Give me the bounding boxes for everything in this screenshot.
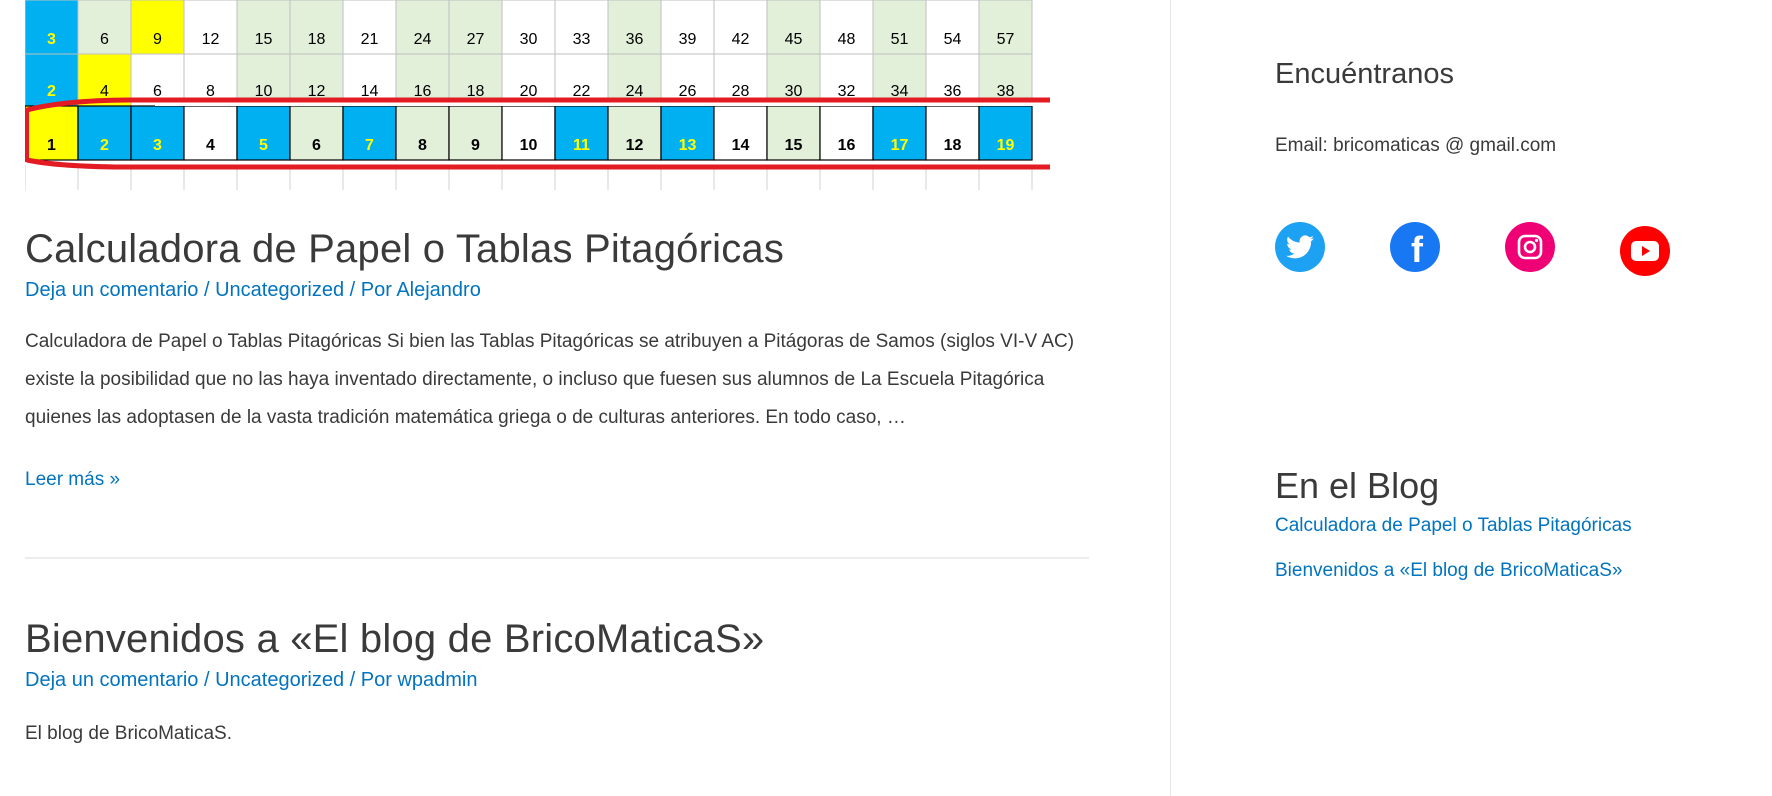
- table-cell-value: 36: [944, 83, 962, 100]
- post-article: Calculadora de Papel o Tablas Pitagórica…: [25, 225, 1089, 491]
- table-cell-value: 18: [944, 137, 962, 154]
- main-content: 3 6 9 12 15 18 21 24 27 30 33 36 39 42 45 48 51 54 57 2 4 6 8 1…: [0, 0, 1170, 796]
- table-cell-value: 13: [679, 137, 697, 154]
- table-cell-value: 21: [361, 31, 379, 48]
- table-cell-value: 6: [312, 137, 321, 154]
- table-cell-value: 4: [100, 83, 109, 100]
- table-cell-value: 2: [47, 83, 56, 100]
- table-cell-value: 30: [520, 31, 538, 48]
- table-cell-value: 45: [785, 31, 803, 48]
- blog-link[interactable]: Bienvenidos a «El blog de BricoMaticaS»: [1275, 560, 1622, 582]
- table-cell-value: 20: [520, 83, 538, 100]
- table-cell-value: 17: [891, 137, 909, 154]
- table-cell-value: 12: [202, 31, 220, 48]
- table-cell-value: 57: [997, 31, 1015, 48]
- table-cell-value: 6: [153, 83, 162, 100]
- table-cell-value: 14: [732, 137, 750, 154]
- table-cell-value: 5: [259, 137, 268, 154]
- table-cell-value: 3: [47, 31, 56, 48]
- table-cell-value: 9: [153, 31, 162, 48]
- table-cell-value: 9: [471, 137, 480, 154]
- table-cell-value: 48: [838, 31, 856, 48]
- table-cell-value: 36: [626, 31, 644, 48]
- table-cell-value: 8: [206, 83, 215, 100]
- table-cell-value: 2: [100, 137, 109, 154]
- table-cell-value: 6: [100, 31, 109, 48]
- table-cell-value: 26: [679, 83, 697, 100]
- table-cell-value: 38: [997, 83, 1015, 100]
- table-cell-value: 32: [838, 83, 856, 100]
- blog-widget-title: En el Blog: [1275, 465, 1440, 506]
- table-cell-value: 28: [732, 83, 750, 100]
- sidebar-divider: [1170, 0, 1171, 796]
- table-cell-value: 54: [944, 31, 962, 48]
- table-cell-value: 10: [255, 83, 273, 100]
- table-cell-value: 51: [891, 31, 909, 48]
- youtube-icon[interactable]: [1620, 226, 1670, 276]
- table-cell-value: 12: [626, 137, 644, 154]
- pythagorean-table-image[interactable]: 3 6 9 12 15 18 21 24 27 30 33 36 39 42 45 48 51 54 57 2 4 6 8 1…: [25, 0, 1050, 190]
- red-highlight-bottom: [26, 157, 1050, 170]
- table-cell-value: 12: [308, 83, 326, 100]
- table-cell-value: 34: [891, 83, 909, 100]
- post-divider: [25, 557, 1089, 559]
- table-cell-value: 22: [573, 83, 591, 100]
- table-cell-value: 15: [255, 31, 273, 48]
- meta-separator: /: [198, 669, 216, 691]
- table-cell-value: 14: [361, 83, 379, 100]
- table-cell-value: 39: [679, 31, 697, 48]
- table-cell-value: 7: [365, 137, 374, 154]
- instagram-icon[interactable]: [1505, 222, 1555, 272]
- author-link[interactable]: Alejandro: [396, 279, 481, 301]
- table-cell-value: 24: [414, 31, 432, 48]
- table-cell-value: 30: [785, 83, 803, 100]
- table-cell-value: 18: [467, 83, 485, 100]
- meta-separator: /: [198, 279, 216, 301]
- comment-link[interactable]: Deja un comentario: [25, 669, 198, 691]
- blog-link[interactable]: Calculadora de Papel o Tablas Pitagórica…: [1275, 515, 1632, 537]
- social-links: f: [1275, 222, 1735, 276]
- table-cell-value: 18: [308, 31, 326, 48]
- table-cell-value: 19: [997, 137, 1015, 154]
- post-excerpt: El blog de BricoMaticaS.: [25, 723, 232, 744]
- table-cell-value: 15: [785, 137, 803, 154]
- post-article: Bienvenidos a «El blog de BricoMaticaS» …: [25, 615, 1089, 753]
- find-us-title: Encuéntranos: [1275, 58, 1454, 90]
- table-cell-value: 33: [573, 31, 591, 48]
- table-cell-value: 10: [520, 137, 538, 154]
- post-meta: Deja un comentario / Uncategorized / Por…: [25, 667, 1089, 693]
- meta-separator: / Por: [344, 279, 397, 301]
- table-cell-value: 42: [732, 31, 750, 48]
- table-cell-value: 1: [47, 137, 56, 154]
- post-title[interactable]: Calculadora de Papel o Tablas Pitagórica…: [25, 225, 1089, 273]
- contact-email: Email: bricomaticas @ gmail.com: [1275, 135, 1557, 156]
- read-more-link[interactable]: Leer más »: [25, 469, 120, 491]
- pythagorean-table-svg: 3 6 9 12 15 18 21 24 27 30 33 36 39 42 45 48 51 54 572 4 6 8 1…: [25, 0, 1050, 190]
- table-cell-value: 3: [153, 137, 162, 154]
- author-link[interactable]: wpadmin: [397, 669, 477, 691]
- category-link[interactable]: Uncategorized: [215, 669, 344, 691]
- meta-separator: / Por: [344, 669, 398, 691]
- facebook-icon[interactable]: f: [1390, 222, 1440, 272]
- table-cell-value: 24: [626, 83, 644, 100]
- comment-link[interactable]: Deja un comentario: [25, 279, 198, 301]
- table-cell-value: 4: [206, 137, 215, 154]
- table-cell-value: 16: [414, 83, 432, 100]
- post-meta: Deja un comentario / Uncategorized / Por…: [25, 277, 1089, 303]
- table-cell-value: 8: [418, 137, 427, 154]
- category-link[interactable]: Uncategorized: [215, 279, 344, 301]
- table-cell-value: 16: [838, 137, 856, 154]
- table-cell-value: 27: [467, 31, 485, 48]
- twitter-icon[interactable]: [1275, 222, 1325, 272]
- table-cell-value: 11: [573, 137, 590, 154]
- svg-text:f: f: [1411, 229, 1424, 270]
- post-title[interactable]: Bienvenidos a «El blog de BricoMaticaS»: [25, 615, 1089, 663]
- post-excerpt: Calculadora de Papel o Tablas Pitagórica…: [25, 331, 1075, 428]
